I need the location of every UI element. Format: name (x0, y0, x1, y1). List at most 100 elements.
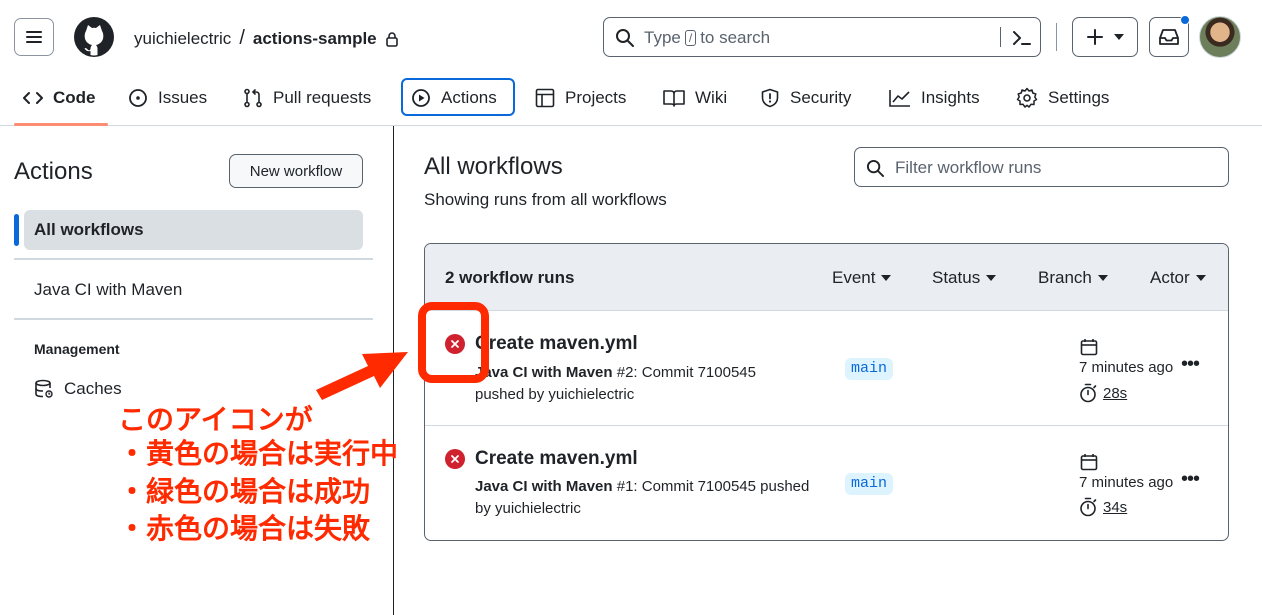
tab-code[interactable]: Code (23, 80, 96, 116)
tab-actions-label: Actions (441, 88, 497, 107)
run-title[interactable]: Create maven.yml (475, 448, 638, 470)
run-detail: #2: Commit 7100545 (612, 364, 756, 381)
filter-runs-input[interactable]: Filter workflow runs (854, 147, 1229, 187)
filter-actor-label: Actor (1150, 268, 1190, 287)
run-duration-value: 34s (1103, 498, 1128, 516)
table-icon (535, 88, 555, 108)
avatar[interactable] (1199, 16, 1241, 58)
page-subtitle: Showing runs from all workflows (424, 190, 667, 209)
filter-event-label: Event (832, 268, 876, 287)
git-pull-request-icon (244, 88, 262, 108)
run-duration: 34s (1079, 497, 1127, 517)
tab-insights[interactable]: Insights (889, 80, 980, 116)
database-icon (35, 379, 53, 398)
stopwatch-icon (1080, 497, 1097, 517)
lock-icon (385, 31, 398, 47)
filter-branch-dropdown[interactable]: Branch (1038, 268, 1108, 288)
sidebar-item-workflow[interactable]: Java CI with Maven (34, 280, 182, 300)
tab-insights-label: Insights (921, 88, 980, 107)
branch-label[interactable]: main (845, 358, 894, 380)
run-title[interactable]: Create maven.yml (475, 333, 638, 355)
triangle-down-icon (1114, 34, 1124, 40)
kebab-horizontal-icon[interactable]: ••• (1181, 353, 1200, 376)
workflow-run-row[interactable]: Create maven.yml Java CI with Maven #1: … (425, 426, 1228, 540)
filter-placeholder: Filter workflow runs (895, 158, 1042, 177)
triangle-down-icon (881, 275, 892, 281)
search-icon (866, 159, 885, 178)
global-search-input[interactable]: Type / to search (603, 17, 1041, 57)
tab-security-label: Security (790, 88, 852, 107)
search-divider (1000, 27, 1001, 47)
filter-status-label: Status (932, 268, 981, 287)
tab-projects-label: Projects (565, 88, 627, 107)
shield-icon (761, 88, 779, 108)
code-icon (23, 92, 43, 104)
hamburger-icon (26, 31, 42, 43)
run-workflow-name: Java CI with Maven (475, 364, 613, 381)
kebab-horizontal-icon[interactable]: ••• (1181, 468, 1200, 491)
annotation-line: ・赤色の場合は失敗 (118, 512, 371, 545)
repo-link[interactable]: actions-sample (253, 29, 377, 49)
tab-issues[interactable]: Issues (128, 80, 207, 116)
breadcrumb-separator: / (239, 27, 245, 49)
page-title: All workflows (424, 153, 563, 180)
search-placeholder-post: to search (700, 28, 771, 47)
workflow-run-row[interactable]: Create maven.yml Java CI with Maven #2: … (425, 311, 1228, 425)
github-logo-icon[interactable] (73, 16, 115, 58)
sidebar-item-caches[interactable]: Caches (34, 379, 122, 399)
annotation-arrow-icon (316, 352, 408, 400)
run-meta: Java CI with Maven #1: Commit 7100545 pu… (475, 476, 835, 520)
sidebar-title: Actions (14, 158, 93, 185)
global-header: yuichielectric / actions-sample Type / t… (0, 0, 1262, 74)
workflow-runs-list: 2 workflow runs Event Status Branch Acto… (424, 243, 1229, 541)
triangle-down-icon (1195, 275, 1206, 281)
x-circle-fill-icon (445, 449, 465, 469)
annotation-highlight-box (418, 302, 489, 383)
owner-link[interactable]: yuichielectric (134, 29, 231, 49)
tab-settings[interactable]: Settings (1016, 80, 1109, 116)
filter-event-dropdown[interactable]: Event (832, 268, 892, 288)
annotation-line: ・緑色の場合は成功 (118, 475, 371, 508)
branch-label[interactable]: main (845, 473, 894, 495)
sidebar-divider (14, 318, 373, 320)
search-shortcut-key: / (684, 30, 697, 46)
plus-icon (1087, 29, 1103, 45)
run-time: 7 minutes ago (1079, 359, 1174, 376)
sidebar-item-all-workflows[interactable]: All workflows (24, 210, 363, 250)
stopwatch-icon (1080, 383, 1097, 403)
tab-projects[interactable]: Projects (535, 80, 626, 116)
tab-pull-requests[interactable]: Pull requests (243, 80, 371, 116)
search-placeholder: Type / to search (644, 28, 770, 48)
triangle-down-icon (986, 275, 997, 281)
run-meta: Java CI with Maven #2: Commit 7100545 pu… (475, 362, 835, 406)
annotation-line: ・黄色の場合は実行中 (118, 437, 399, 470)
tab-pull-requests-label: Pull requests (273, 88, 372, 107)
tab-code-label: Code (53, 88, 96, 107)
play-icon (412, 89, 430, 107)
run-duration-value: 28s (1103, 384, 1128, 402)
runs-header: 2 workflow runs Event Status Branch Acto… (425, 244, 1228, 311)
calendar-icon (1080, 454, 1098, 471)
tab-settings-label: Settings (1048, 88, 1110, 107)
sidebar-active-indicator (14, 214, 19, 246)
tab-wiki[interactable]: Wiki (663, 80, 727, 116)
tab-security[interactable]: Security (760, 80, 851, 116)
create-new-button[interactable] (1072, 17, 1138, 57)
run-workflow-name: Java CI with Maven (475, 478, 613, 495)
repo-nav: Code Issues Pull requests Actions Projec… (0, 74, 1262, 126)
gear-icon (1016, 87, 1038, 108)
tab-wiki-label: Wiki (695, 88, 728, 107)
filter-branch-label: Branch (1038, 268, 1092, 287)
search-icon (616, 29, 634, 47)
runs-count: 2 workflow runs (445, 268, 575, 287)
book-icon (663, 90, 685, 107)
command-palette-icon[interactable] (1012, 29, 1032, 47)
run-detail-2: pushed by yuichielectric (475, 386, 635, 403)
search-placeholder-pre: Type (644, 28, 681, 47)
filter-status-dropdown[interactable]: Status (932, 268, 997, 288)
inbox-icon (1159, 29, 1179, 45)
tab-actions[interactable]: Actions (411, 80, 497, 116)
menu-button[interactable] (14, 18, 54, 56)
new-workflow-button[interactable]: New workflow (229, 154, 363, 188)
filter-actor-dropdown[interactable]: Actor (1150, 268, 1206, 288)
